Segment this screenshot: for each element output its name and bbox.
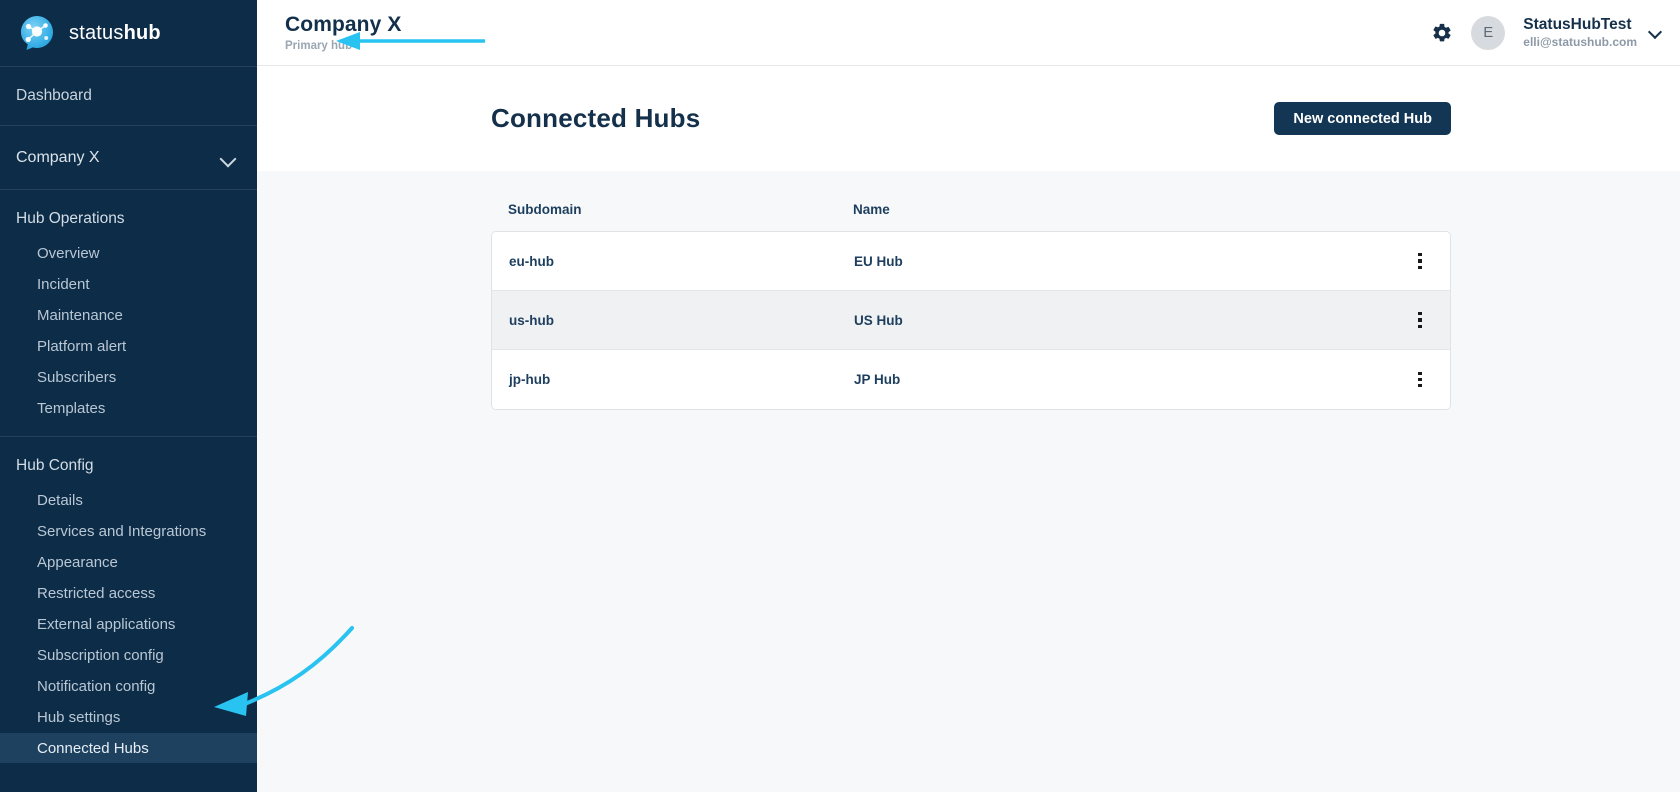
sidebar-item-label: Services and Integrations (37, 522, 207, 540)
page-header-strip: Connected Hubs New connected Hub (257, 66, 1680, 171)
sidebar-item-label: Templates (37, 399, 106, 417)
content-area: Subdomain Name eu-hub EU Hub us-hub US H… (257, 171, 1680, 792)
sidebar-item-label: External applications (37, 615, 176, 633)
kebab-menu-icon[interactable] (1407, 307, 1433, 333)
sidebar-item-overview[interactable]: Overview (0, 238, 257, 268)
brand-name-light: status (69, 21, 124, 44)
cell-subdomain: us-hub (509, 312, 554, 328)
sidebar-item-services-and-integrations[interactable]: Services and Integrations (0, 516, 257, 546)
chevron-down-icon (221, 153, 235, 162)
sidebar-item-label: Details (37, 491, 83, 509)
chevron-down-icon[interactable] (1649, 26, 1662, 39)
avatar[interactable]: E (1471, 15, 1506, 50)
gear-icon[interactable] (1431, 22, 1453, 44)
sidebar-company-switcher[interactable]: Company X (0, 126, 257, 189)
sidebar-item-details[interactable]: Details (0, 485, 257, 515)
sidebar-item-notification-config[interactable]: Notification config (0, 671, 257, 701)
sidebar-item-subscribers[interactable]: Subscribers (0, 362, 257, 392)
page-hub-title: Company X (285, 13, 402, 37)
statushub-logo-icon (18, 14, 56, 52)
sidebar-item-label: Incident (37, 275, 90, 293)
user-email: elli@statushub.com (1523, 35, 1637, 50)
column-header-subdomain: Subdomain (508, 202, 582, 217)
user-name: StatusHubTest (1523, 15, 1632, 33)
column-header-name: Name (853, 202, 890, 217)
sidebar-item-restricted-access[interactable]: Restricted access (0, 578, 257, 608)
table-row[interactable]: us-hub US Hub (492, 291, 1450, 350)
app-root: statushub Dashboard Company X Hub Operat… (0, 0, 1680, 792)
cell-name: US Hub (854, 312, 903, 328)
sidebar-item-label: Hub settings (37, 708, 121, 726)
sidebar-item-label: Notification config (37, 677, 156, 695)
sidebar-item-dashboard[interactable]: Dashboard (0, 67, 257, 125)
table-row[interactable]: jp-hub JP Hub (492, 350, 1450, 409)
connected-hubs-table: Subdomain Name eu-hub EU Hub us-hub US H… (491, 202, 1451, 410)
user-info[interactable]: StatusHubTest elli@statushub.com (1523, 16, 1637, 50)
sidebar-item-label: Platform alert (37, 337, 127, 355)
cell-subdomain: eu-hub (509, 253, 554, 269)
sidebar-item-label: Maintenance (37, 306, 123, 324)
sidebar-item-templates[interactable]: Templates (0, 393, 257, 423)
sidebar-item-incident[interactable]: Incident (0, 269, 257, 299)
table-row[interactable]: eu-hub EU Hub (492, 232, 1450, 291)
sidebar-item-label: Connected Hubs (37, 739, 149, 757)
page-header-inner: Connected Hubs New connected Hub (491, 102, 1451, 135)
page-title: Connected Hubs (491, 103, 701, 133)
topbar: Company X Primary hub E StatusHubTest el… (257, 0, 1680, 66)
sidebar-item-label: Overview (37, 244, 100, 262)
sidebar-item-appearance[interactable]: Appearance (0, 547, 257, 577)
table-body: eu-hub EU Hub us-hub US Hub jp-hub JP Hu… (491, 231, 1451, 410)
sidebar-item-connected-hubs[interactable]: Connected Hubs (0, 733, 257, 763)
topbar-hub-identity: Company X Primary hub (273, 13, 401, 51)
kebab-menu-icon[interactable] (1407, 367, 1433, 393)
sidebar-item-label: Appearance (37, 553, 118, 571)
cell-subdomain: jp-hub (509, 372, 551, 387)
table-header-row: Subdomain Name (491, 202, 1451, 231)
page-hub-subtitle: Primary hub (285, 39, 353, 52)
nav-group-title: Hub Config (16, 457, 94, 474)
sidebar-company-label: Company X (16, 148, 100, 166)
sidebar-item-external-applications[interactable]: External applications (0, 609, 257, 639)
sidebar-item-label: Subscription config (37, 646, 164, 664)
kebab-menu-icon[interactable] (1407, 248, 1433, 274)
sidebar-item-label: Dashboard (16, 87, 92, 104)
topbar-actions: E StatusHubTest elli@statushub.com (1431, 15, 1662, 50)
sidebar-item-hub-settings[interactable]: Hub settings (0, 702, 257, 732)
new-connected-hub-button[interactable]: New connected Hub (1274, 102, 1451, 135)
sidebar-item-label: Restricted access (37, 584, 156, 602)
brand-name-bold: hub (123, 21, 161, 44)
sidebar-item-subscription-config[interactable]: Subscription config (0, 640, 257, 670)
nav-group-title: Hub Operations (16, 210, 125, 227)
brand-wordmark: statushub (69, 22, 161, 45)
brand[interactable]: statushub (0, 0, 257, 66)
cell-name: JP Hub (854, 372, 901, 387)
main-area: Company X Primary hub E StatusHubTest el… (257, 0, 1680, 792)
sidebar: statushub Dashboard Company X Hub Operat… (0, 0, 257, 792)
sidebar-item-platform-alert[interactable]: Platform alert (0, 331, 257, 361)
nav-group-hub-operations: Hub Operations Overview Incident Mainten… (0, 190, 257, 436)
sidebar-item-label: Subscribers (37, 368, 117, 386)
cell-name: EU Hub (854, 253, 903, 269)
sidebar-item-maintenance[interactable]: Maintenance (0, 300, 257, 330)
nav-group-hub-config: Hub Config Details Services and Integrat… (0, 437, 257, 776)
